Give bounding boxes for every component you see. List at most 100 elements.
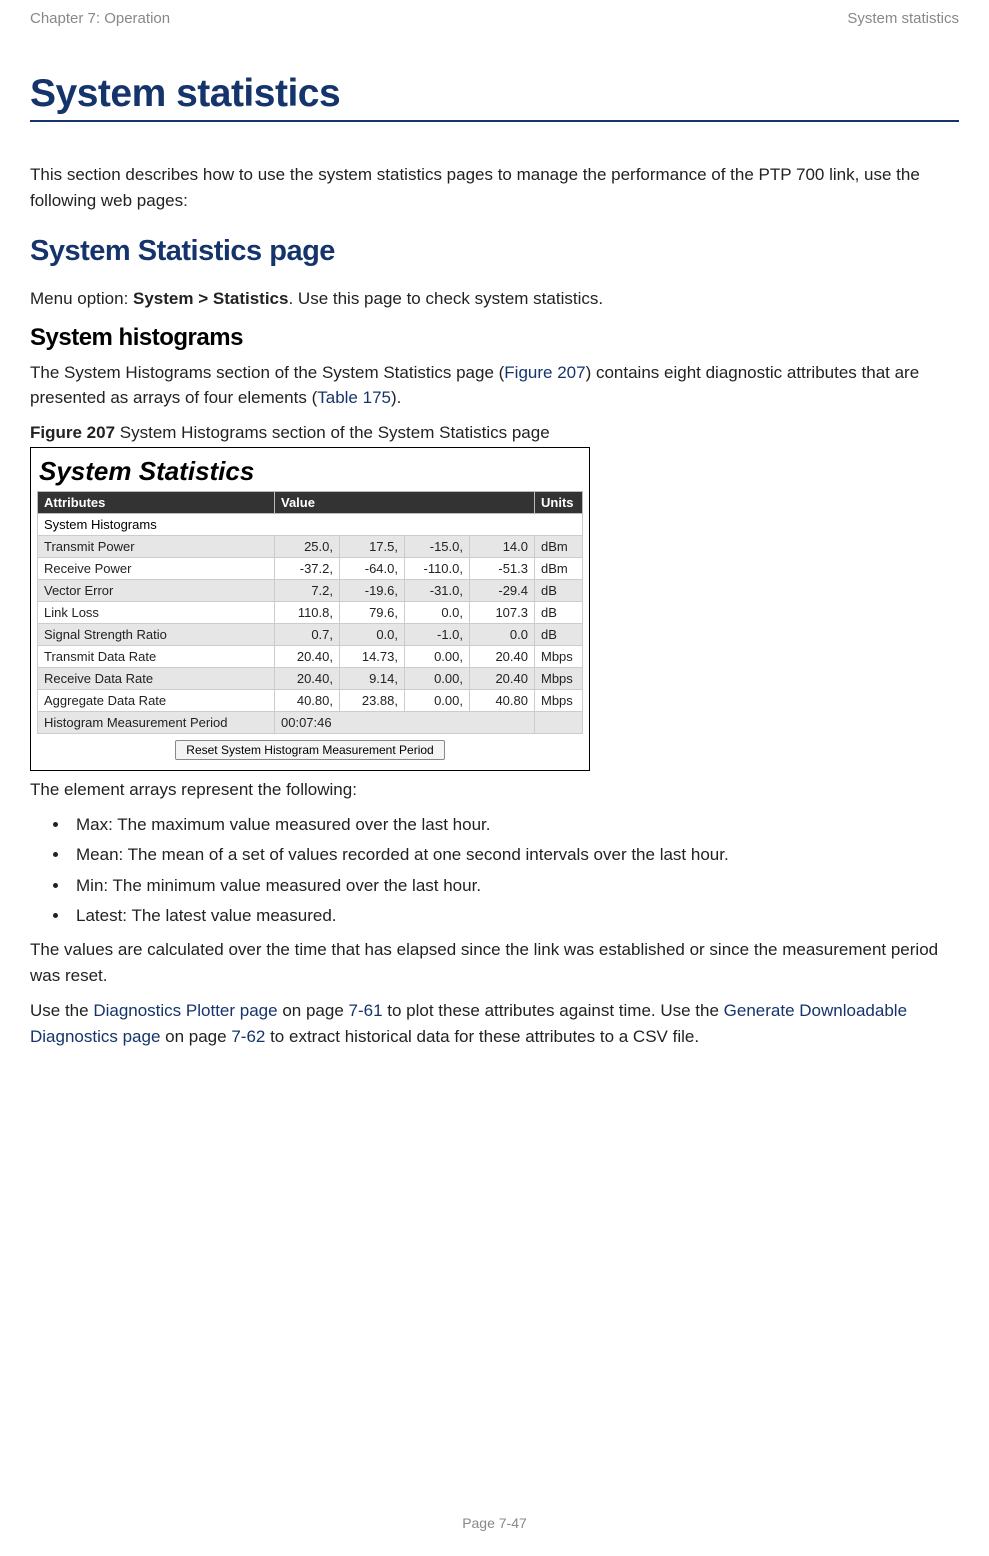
row-val: -64.0, <box>340 557 405 579</box>
row-val: -1.0, <box>405 623 470 645</box>
row-val: 0.0, <box>405 601 470 623</box>
reset-row: Reset System Histogram Measurement Perio… <box>37 734 583 760</box>
row-val: 0.00, <box>405 645 470 667</box>
row-attr: Transmit Data Rate <box>38 645 275 667</box>
row-val: 110.8, <box>275 601 340 623</box>
list-item: Max: The maximum value measured over the… <box>70 812 959 838</box>
table-row: Link Loss 110.8, 79.6, 0.0, 107.3 dB <box>38 601 583 623</box>
row-val: -15.0, <box>405 535 470 557</box>
row-units: Mbps <box>535 689 583 711</box>
intro-paragraph: This section describes how to use the sy… <box>30 162 959 213</box>
figure-caption-text: System Histograms section of the System … <box>115 423 550 442</box>
row-val: -37.2, <box>275 557 340 579</box>
section-heading: System Statistics page <box>30 235 959 268</box>
row-units: dBm <box>535 557 583 579</box>
after-list-paragraph: The values are calculated over the time … <box>30 937 959 988</box>
col-attributes: Attributes <box>38 491 275 513</box>
table-row: Signal Strength Ratio 0.7, 0.0, -1.0, 0.… <box>38 623 583 645</box>
figure-inner-title: System Statistics <box>39 456 583 487</box>
col-value: Value <box>275 491 535 513</box>
period-units <box>535 711 583 733</box>
row-val: 20.40 <box>470 645 535 667</box>
row-val: 79.6, <box>340 601 405 623</box>
figure-ref-link[interactable]: Figure 207 <box>504 363 585 382</box>
table-row: Aggregate Data Rate 40.80, 23.88, 0.00, … <box>38 689 583 711</box>
figure-number: Figure 207 <box>30 423 115 442</box>
row-attr: Receive Data Rate <box>38 667 275 689</box>
row-val: -31.0, <box>405 579 470 601</box>
table-subheader: System Histograms <box>38 513 583 535</box>
row-units: dB <box>535 579 583 601</box>
final-a: Use the <box>30 1001 93 1020</box>
row-val: -29.4 <box>470 579 535 601</box>
element-array-list: Max: The maximum value measured over the… <box>70 812 959 929</box>
row-val: 20.40 <box>470 667 535 689</box>
menu-pre: Menu option: <box>30 289 133 308</box>
menu-post: . Use this page to check system statisti… <box>288 289 603 308</box>
table-row: Vector Error 7.2, -19.6, -31.0, -29.4 dB <box>38 579 583 601</box>
col-units: Units <box>535 491 583 513</box>
list-item: Min: The minimum value measured over the… <box>70 873 959 899</box>
row-val: 107.3 <box>470 601 535 623</box>
final-b: on page <box>278 1001 349 1020</box>
row-units: dBm <box>535 535 583 557</box>
row-attr: Signal Strength Ratio <box>38 623 275 645</box>
row-val: 7.2, <box>275 579 340 601</box>
period-value: 00:07:46 <box>275 711 535 733</box>
row-attr: Transmit Power <box>38 535 275 557</box>
diagnostics-plotter-link[interactable]: Diagnostics Plotter page <box>93 1001 277 1020</box>
row-val: 20.40, <box>275 645 340 667</box>
menu-path: System > Statistics <box>133 289 288 308</box>
row-units: dB <box>535 601 583 623</box>
final-paragraph: Use the Diagnostics Plotter page on page… <box>30 998 959 1049</box>
hist-text-a: The System Histograms section of the Sys… <box>30 363 504 382</box>
row-attr: Vector Error <box>38 579 275 601</box>
subsection-heading: System histograms <box>30 324 959 352</box>
figure-caption: Figure 207 System Histograms section of … <box>30 423 959 443</box>
row-val: 40.80 <box>470 689 535 711</box>
system-statistics-table: Attributes Value Units System Histograms… <box>37 491 583 734</box>
row-attr: Link Loss <box>38 601 275 623</box>
row-val: 0.0 <box>470 623 535 645</box>
page-footer: Page 7-47 <box>0 1515 989 1531</box>
menu-option-line: Menu option: System > Statistics. Use th… <box>30 286 959 312</box>
figure-207-box: System Statistics Attributes Value Units… <box>30 447 590 771</box>
histogram-paragraph: The System Histograms section of the Sys… <box>30 360 959 411</box>
final-d: on page <box>160 1027 231 1046</box>
page-ref-link[interactable]: 7-62 <box>231 1027 265 1046</box>
page-ref-link[interactable]: 7-61 <box>349 1001 383 1020</box>
row-val: 14.0 <box>470 535 535 557</box>
table-row: Transmit Data Rate 20.40, 14.73, 0.00, 2… <box>38 645 583 667</box>
page-header: Chapter 7: Operation System statistics <box>30 10 959 27</box>
header-left: Chapter 7: Operation <box>30 10 170 27</box>
row-val: -51.3 <box>470 557 535 579</box>
table-row: Receive Power -37.2, -64.0, -110.0, -51.… <box>38 557 583 579</box>
row-units: dB <box>535 623 583 645</box>
row-val: 0.00, <box>405 689 470 711</box>
row-units: Mbps <box>535 667 583 689</box>
table-row: Transmit Power 25.0, 17.5, -15.0, 14.0 d… <box>38 535 583 557</box>
row-val: 25.0, <box>275 535 340 557</box>
reset-histogram-button[interactable]: Reset System Histogram Measurement Perio… <box>175 740 444 760</box>
measurement-period-row: Histogram Measurement Period 00:07:46 <box>38 711 583 733</box>
final-c: to plot these attributes against time. U… <box>383 1001 724 1020</box>
row-val: -19.6, <box>340 579 405 601</box>
row-val: 0.7, <box>275 623 340 645</box>
header-right: System statistics <box>847 10 959 27</box>
row-val: 40.80, <box>275 689 340 711</box>
row-attr: Receive Power <box>38 557 275 579</box>
row-val: 0.0, <box>340 623 405 645</box>
row-val: 9.14, <box>340 667 405 689</box>
table-row: Receive Data Rate 20.40, 9.14, 0.00, 20.… <box>38 667 583 689</box>
title-rule <box>30 120 959 122</box>
list-item: Latest: The latest value measured. <box>70 903 959 929</box>
page-title: System statistics <box>30 72 959 116</box>
row-attr: Aggregate Data Rate <box>38 689 275 711</box>
row-units: Mbps <box>535 645 583 667</box>
period-label: Histogram Measurement Period <box>38 711 275 733</box>
row-val: -110.0, <box>405 557 470 579</box>
table-ref-link[interactable]: Table 175 <box>317 388 391 407</box>
row-val: 20.40, <box>275 667 340 689</box>
list-intro: The element arrays represent the followi… <box>30 777 959 803</box>
list-item: Mean: The mean of a set of values record… <box>70 842 959 868</box>
